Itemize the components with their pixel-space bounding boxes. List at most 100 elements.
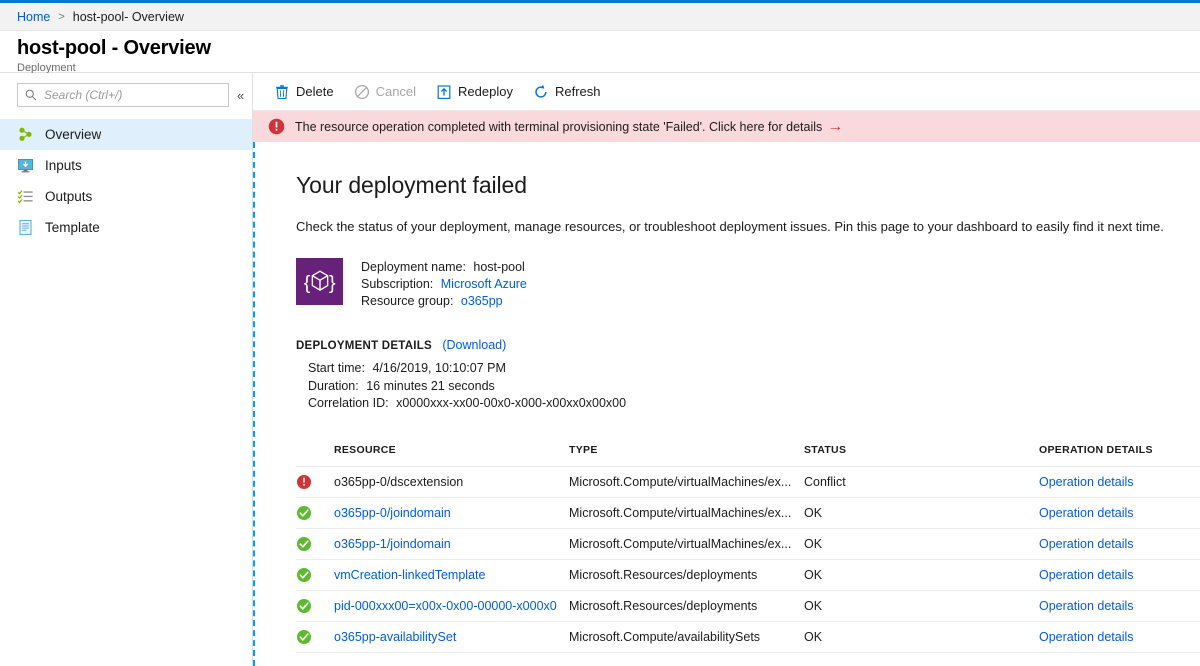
trash-icon xyxy=(276,84,288,99)
row-resource-cell: pid-000xxx00=x00x-0x00-00000-x000x0 xyxy=(334,590,569,622)
correlation-id-row: Correlation ID: x0000xxx-xx00-00x0-x000-… xyxy=(308,395,1200,413)
refresh-button-label: Refresh xyxy=(554,84,601,99)
resource-group-label: Resource group: xyxy=(361,294,454,308)
breadcrumb-home-link[interactable]: Home xyxy=(17,10,50,24)
resources-table-body: o365pp-0/dscextension Microsoft.Compute/v… xyxy=(296,466,1200,653)
outputs-list-icon xyxy=(17,190,33,204)
duration-row: Duration: 16 minutes 21 seconds xyxy=(308,378,1200,396)
redeploy-button-label: Redeploy xyxy=(458,84,513,99)
row-status-icon-cell xyxy=(296,497,334,529)
row-operation-cell: Operation details xyxy=(1039,621,1200,653)
row-operation-cell: Operation details xyxy=(1039,528,1200,560)
sidebar: « Overview Inpu xyxy=(0,73,253,666)
error-icon xyxy=(268,118,285,135)
sidebar-item-outputs[interactable]: Outputs xyxy=(0,181,252,212)
sidebar-item-template[interactable]: Template xyxy=(0,212,252,243)
column-header-type: TYPE xyxy=(569,443,804,467)
row-status-icon-cell xyxy=(296,528,334,560)
template-document-icon xyxy=(19,219,32,236)
success-icon xyxy=(297,598,311,613)
table-row: o365pp-0/joindomain Microsoft.Compute/vir… xyxy=(296,497,1200,529)
row-type-cell: Microsoft.Compute/availabilitySets xyxy=(569,621,804,653)
deployment-details-title: DEPLOYMENT DETAILS xyxy=(296,340,432,352)
table-row: o365pp-1/joindomain Microsoft.Compute/vir… xyxy=(296,528,1200,560)
operation-details-link[interactable]: Operation details xyxy=(1039,599,1134,613)
arrow-right-icon: → xyxy=(827,117,844,135)
sidebar-item-label: Outputs xyxy=(45,189,93,204)
refresh-button[interactable]: Refresh xyxy=(529,81,605,103)
sidebar-item-label: Overview xyxy=(45,127,102,142)
operation-details-link[interactable]: Operation details xyxy=(1039,568,1134,582)
row-operation-cell: Operation details xyxy=(1039,466,1200,498)
search-icon xyxy=(25,89,37,101)
resource-name[interactable]: pid-000xxx00=x00x-0x00-00000-x000x0 xyxy=(334,599,557,613)
svg-text:{: { xyxy=(303,272,310,294)
row-status-icon-cell xyxy=(296,559,334,591)
row-type-cell: Microsoft.Resources/deployments xyxy=(569,559,804,591)
cube-braces-glyph: { } xyxy=(303,269,336,294)
resource-name[interactable]: o365pp-availabilitySet xyxy=(334,630,456,644)
search-box[interactable] xyxy=(17,83,229,107)
sidebar-nav-list: Overview Inputs Outputs Template xyxy=(0,119,252,243)
duration-value: 16 minutes 21 seconds xyxy=(366,378,495,393)
refresh-icon xyxy=(535,84,547,98)
redeploy-button[interactable]: Redeploy xyxy=(432,81,517,103)
deployment-description: Check the status of your deployment, man… xyxy=(296,219,1164,234)
resource-name[interactable]: o365pp-1/joindomain xyxy=(334,537,451,551)
breadcrumb-separator-icon: > xyxy=(58,10,65,23)
operation-details-link[interactable]: Operation details xyxy=(1039,630,1134,644)
overview-resource-icon xyxy=(19,127,32,141)
sidebar-item-label: Template xyxy=(45,220,100,235)
operation-details-link[interactable]: Operation details xyxy=(1039,506,1134,520)
resource-name[interactable]: o365pp-0/joindomain xyxy=(334,506,451,520)
row-operation-cell: Operation details xyxy=(1039,559,1200,591)
success-icon xyxy=(297,505,311,520)
page-title: host-pool - Overview xyxy=(17,37,211,59)
collapse-sidebar-button[interactable]: « xyxy=(235,87,246,104)
row-status-icon-cell xyxy=(296,590,334,622)
row-status-icon-cell xyxy=(296,466,334,498)
search-input[interactable] xyxy=(42,87,228,103)
error-icon xyxy=(297,474,311,489)
delete-button[interactable]: Delete xyxy=(270,81,338,103)
redeploy-upload-icon xyxy=(437,84,451,99)
row-status-cell: OK xyxy=(804,497,1039,529)
subscription-link[interactable]: Microsoft Azure xyxy=(441,277,527,291)
success-icon xyxy=(297,536,311,551)
column-header-operation-details: OPERATION DETAILS xyxy=(1039,443,1200,467)
operation-details-link[interactable]: Operation details xyxy=(1039,475,1134,489)
row-operation-cell: Operation details xyxy=(1039,497,1200,529)
row-type-cell: Microsoft.Compute/virtualMachines/ex... xyxy=(569,528,804,560)
sidebar-search-row: « xyxy=(0,73,252,107)
row-resource-cell: o365pp-1/joindomain xyxy=(334,528,569,560)
cancel-button-label: Cancel xyxy=(375,84,417,99)
start-time-label: Start time: xyxy=(308,361,365,375)
download-link[interactable]: (Download) xyxy=(442,338,506,352)
deployment-details-heading: DEPLOYMENT DETAILS (Download) xyxy=(296,338,1200,352)
operation-details-link[interactable]: Operation details xyxy=(1039,537,1134,551)
correlation-id-label: Correlation ID: xyxy=(308,396,389,410)
command-bar: Delete Cancel Redeploy Refresh xyxy=(253,73,1200,111)
start-time-value: 4/16/2019, 10:10:07 PM xyxy=(372,361,506,375)
deployment-status-heading: Your deployment failed xyxy=(296,172,527,198)
correlation-id-value: x0000xxx-xx00-00x0-x000-x00xx0x00x00 xyxy=(396,396,627,410)
error-banner[interactable]: The resource operation completed with te… xyxy=(253,111,1200,142)
subscription-label: Subscription: xyxy=(361,277,434,291)
sidebar-item-inputs[interactable]: Inputs xyxy=(0,150,252,181)
success-icon xyxy=(297,629,311,644)
row-resource-cell: o365pp-0/joindomain xyxy=(334,497,569,529)
resource-name[interactable]: vmCreation-linkedTemplate xyxy=(334,568,485,582)
row-type-cell: Microsoft.Compute/virtualMachines/ex... xyxy=(569,497,804,529)
resource-group-row: Resource group: o365pp xyxy=(361,293,527,310)
breadcrumb: Home > host-pool- Overview xyxy=(0,3,1200,31)
table-row: vmCreation-linkedTemplate Microsoft.Resou… xyxy=(296,559,1200,591)
resource-group-link[interactable]: o365pp xyxy=(461,294,503,308)
body-layout: « Overview Inpu xyxy=(0,72,1200,666)
sidebar-item-overview[interactable]: Overview xyxy=(0,119,252,150)
page-header: host-pool - Overview Deployment xyxy=(0,31,1200,74)
content-area: Delete Cancel Redeploy Refresh The resou… xyxy=(253,73,1200,666)
deployment-details-lines: Start time: 4/16/2019, 10:10:07 PM Durat… xyxy=(308,360,1200,413)
table-row: pid-000xxx00=x00x-0x00-00000-x000x0 Micro… xyxy=(296,590,1200,622)
table-row: o365pp-availabilitySet Microsoft.Compute/… xyxy=(296,621,1200,653)
deployment-summary: { } Deployment name: host-pool Subscript… xyxy=(296,258,1200,310)
